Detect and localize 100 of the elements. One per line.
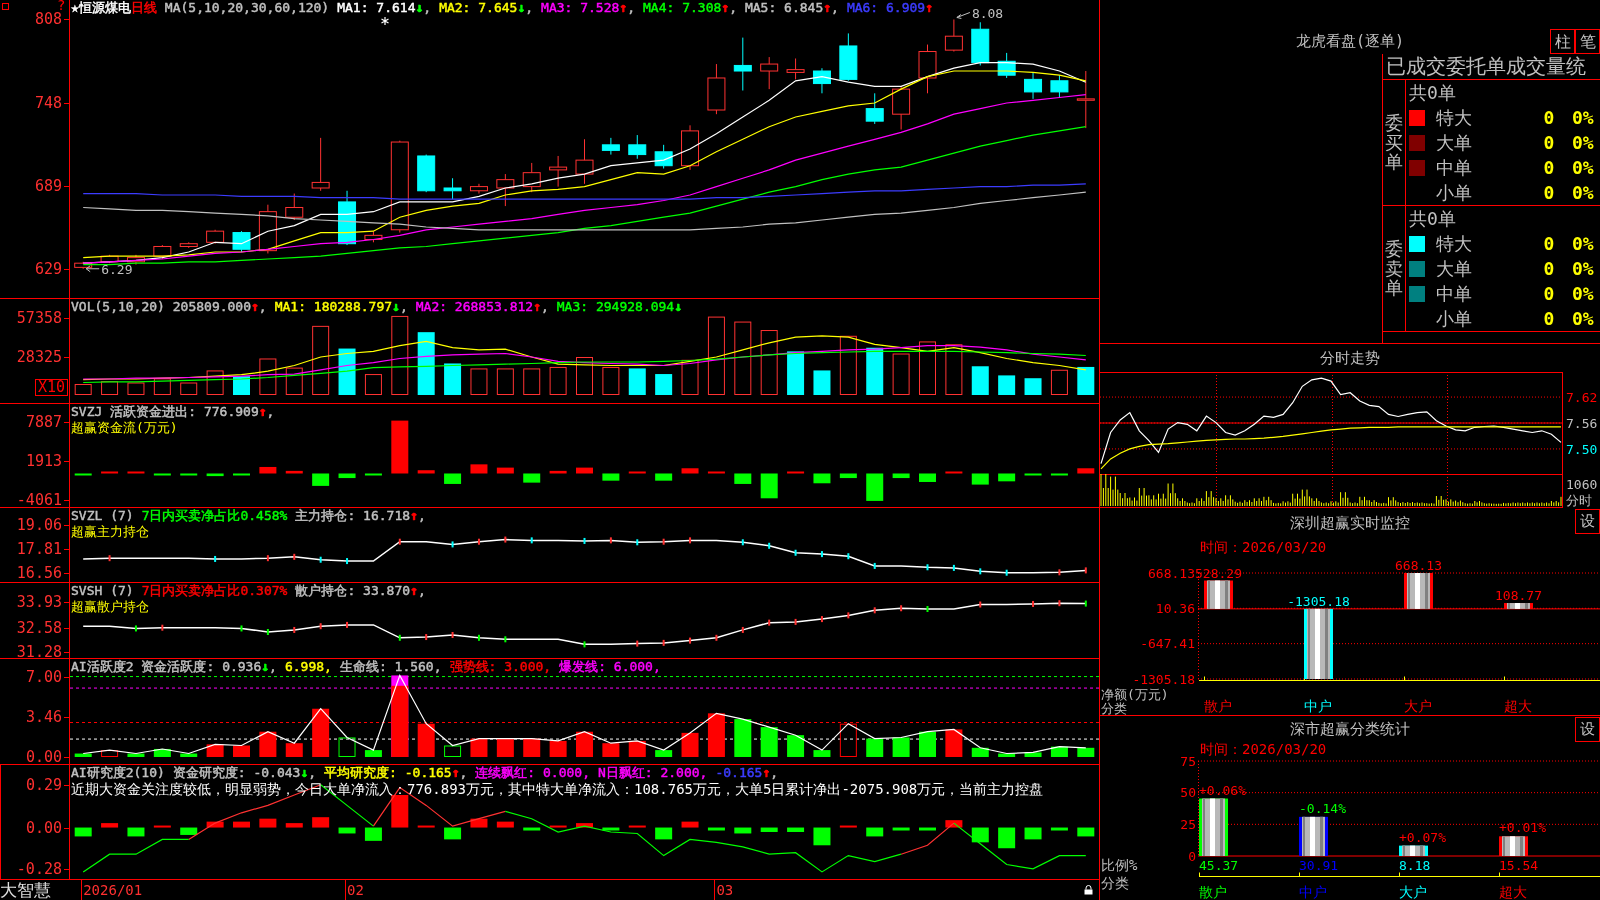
indicator-name: SVZL (7) xyxy=(71,508,134,524)
legend-item: VOL(5,10,20) 205809.000↑, xyxy=(71,299,267,315)
date-label: 03 xyxy=(716,881,734,900)
value-label: 528.29 xyxy=(1195,565,1242,581)
category-label: 散户 xyxy=(1199,884,1227,900)
panel-title: 深市超赢分类统计 xyxy=(1290,719,1410,740)
axis-label: 分时 xyxy=(1566,493,1592,508)
axis-label: 31.28 xyxy=(16,645,62,659)
timestamp: 时间：2026/03/20 xyxy=(1200,538,1327,556)
timestamp: 时间：2026/03/20 xyxy=(1200,742,1327,757)
axis-label: 0.29 xyxy=(25,777,62,792)
legend-item: MA1: 180288.797↓, xyxy=(274,299,408,315)
legend-item: 7日内买卖净占比0.307% xyxy=(141,583,288,599)
order-size-label: 小单 xyxy=(1436,181,1473,204)
order-count: 0 xyxy=(1542,307,1556,330)
value-label: -1305.18 xyxy=(1287,593,1350,609)
order-count: 0 xyxy=(1542,232,1556,255)
axis-label: 7.00 xyxy=(25,669,62,684)
axis-label: -647.41 xyxy=(1140,636,1195,652)
axis-label: 28325 xyxy=(16,349,62,364)
axis-label: 75 xyxy=(1180,753,1196,769)
legend-item: N日飘红: 2.000, xyxy=(598,765,708,781)
order-percent: 0% xyxy=(1572,257,1595,280)
axis-label: 0 xyxy=(1188,848,1196,864)
side-label: 委买单 xyxy=(1385,112,1403,173)
order-total: 共0单 xyxy=(1408,81,1457,105)
axis-label: 1060 xyxy=(1566,477,1598,492)
legend-item: -0.165↑, xyxy=(715,765,779,781)
legend-item: MA2: 268853.812↑, xyxy=(415,299,549,315)
order-size-label: 中单 xyxy=(1436,156,1473,179)
indicator-caption: 超赢资金流(万元) xyxy=(71,420,178,436)
axis-label: 32.58 xyxy=(16,620,62,635)
legend-item: MA6: 6.909↑ xyxy=(846,0,933,16)
legend-item: 生命线: 1.560, xyxy=(339,659,442,675)
legend-item: 散户持仓: 33.870↑, xyxy=(295,583,426,599)
order-size-label: 小单 xyxy=(1436,307,1473,330)
legend-item: 资金研究度: -0.043↓, xyxy=(172,765,317,781)
indicator-name: SVSH (7) xyxy=(71,583,134,599)
axis-label: -1305.18 xyxy=(1132,671,1195,687)
change-label: -0.14% xyxy=(1299,800,1346,816)
legend-item: 爆发线: 6.000, xyxy=(559,659,661,675)
axis-title: 净额(万元) xyxy=(1101,687,1169,702)
legend-item: MA(5,10,20,30,60,120) xyxy=(164,0,330,16)
panel-title: 龙虎看盘(逐单) xyxy=(1295,32,1405,52)
indicator-name: SVZJ xyxy=(71,404,103,420)
category-label: 超大 xyxy=(1504,698,1532,714)
legend-item: MA4: 7.308↑, xyxy=(643,0,737,16)
help-mark: ? xyxy=(57,0,66,12)
order-percent: 0% xyxy=(1572,232,1595,255)
axis-label: 10.36 xyxy=(1155,600,1195,616)
panel-title: 分时走势 xyxy=(1319,348,1381,369)
order-count: 0 xyxy=(1542,156,1556,179)
legend-item: 7日内买卖净占比0.458% xyxy=(141,508,288,524)
panel-title: 深圳超赢实时监控 xyxy=(1290,513,1410,534)
legend-item: 连续飘红: 0.000, xyxy=(475,765,590,781)
unit-label: X10 xyxy=(34,379,68,396)
legend-item: MA1: 7.614↓, xyxy=(337,0,432,16)
order-size-label: 特大 xyxy=(1436,232,1473,255)
value-label: 15.54 xyxy=(1499,858,1539,873)
axis-title: 比例% xyxy=(1101,857,1138,873)
stock-title: ★恒源煤电日线 xyxy=(71,0,157,16)
order-percent: 0% xyxy=(1572,282,1595,305)
order-percent: 0% xyxy=(1572,307,1595,330)
category-label: 中户 xyxy=(1304,698,1332,714)
side-label: 委卖单 xyxy=(1385,238,1403,299)
change-label: +0.07% xyxy=(1399,829,1446,845)
axis-label: 25 xyxy=(1180,816,1196,832)
axis-label: 50 xyxy=(1180,785,1196,801)
legend-item: 6.998, xyxy=(284,659,332,675)
axis-label: 17.81 xyxy=(16,542,62,557)
change-label: +0.01% xyxy=(1499,820,1546,836)
axis-label: -4061 xyxy=(16,493,62,507)
axis-label: 7.62 xyxy=(1566,390,1598,406)
legend-item: MA3: 294928.094↓ xyxy=(556,299,683,315)
axis-label: 689 xyxy=(34,178,62,193)
value-label: 30.91 xyxy=(1299,858,1339,873)
value-label: 45.37 xyxy=(1199,858,1239,873)
brand-name: 大智慧 xyxy=(0,880,52,900)
value-label: 668.13 xyxy=(1395,558,1442,573)
order-count: 0 xyxy=(1542,181,1556,204)
axis-label: 0.00 xyxy=(25,820,62,835)
axis-label: 7887 xyxy=(25,415,62,429)
value-label: 108.77 xyxy=(1495,588,1542,604)
order-size-label: 特大 xyxy=(1436,106,1473,129)
legend-item: 强势线: 3.000, xyxy=(449,659,552,675)
legend-item: 平均研究度: -0.165↑, xyxy=(324,765,468,781)
indicator-caption: 超赢散户持仓 xyxy=(71,599,149,615)
axis-label: 33.93 xyxy=(16,595,62,610)
order-size-label: 大单 xyxy=(1436,131,1473,154)
order-count: 0 xyxy=(1542,106,1556,129)
change-label: +0.06% xyxy=(1199,782,1246,798)
legend-item: MA5: 6.845↑, xyxy=(744,0,839,16)
legend-item: 资金活跃度: 0.936↓, xyxy=(141,659,277,675)
axis-label: 3.46 xyxy=(25,710,62,725)
date-label: 02 xyxy=(347,881,364,900)
axis-label: 19.06 xyxy=(16,518,62,533)
order-size-label: 大单 xyxy=(1436,257,1473,280)
category-label: 散户 xyxy=(1204,698,1232,714)
axis-title: 分类 xyxy=(1101,701,1127,716)
category-label: 大户 xyxy=(1404,698,1432,714)
